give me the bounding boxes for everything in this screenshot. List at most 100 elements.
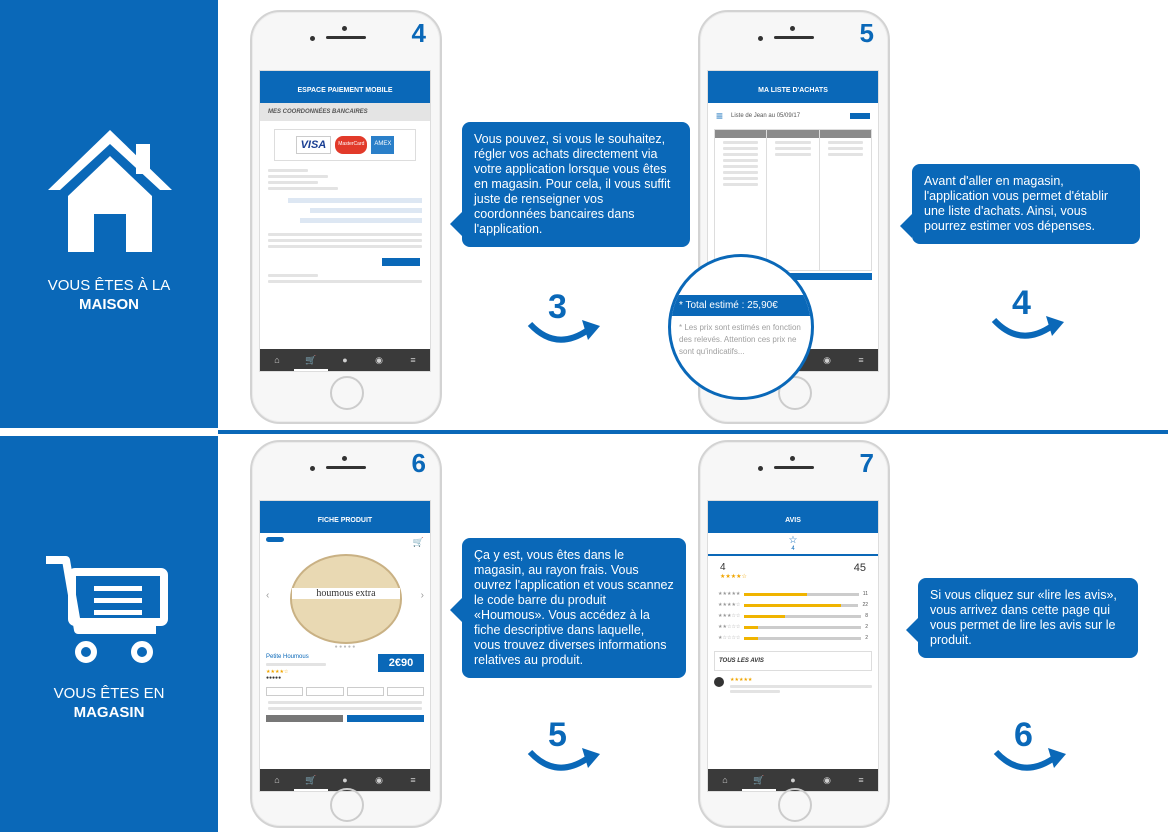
section-divider <box>218 430 1168 434</box>
phone-home-button[interactable] <box>778 788 812 822</box>
rating-bar-count: 2 <box>865 624 868 630</box>
tab-bar: ⌂ 🛒 ● ◉ ≡ <box>260 349 430 371</box>
rating-bar-track <box>744 603 859 607</box>
location-icon[interactable]: ◉ <box>362 769 396 791</box>
product-price: 2€90 <box>388 657 414 669</box>
rating-bar-stars: ★★★★☆ <box>718 602 741 608</box>
cart-icon[interactable]: 🛒 <box>294 349 328 371</box>
rating-bar-stars: ★★★☆☆ <box>718 613 741 619</box>
reviews-count: 45 <box>853 562 866 574</box>
phone-number-6: 6 <box>411 448 426 478</box>
payment-title: ESPACE PAIEMENT MOBILE <box>260 81 430 103</box>
edit-list-button[interactable] <box>850 113 870 119</box>
rating-bar-track <box>744 592 859 596</box>
add-list-button[interactable] <box>266 715 343 722</box>
house-icon <box>48 130 172 252</box>
cart-add-icon[interactable]: 🛒 <box>413 537 424 548</box>
cart-icon <box>46 556 168 663</box>
home-label-line1: VOUS ÊTES À LA <box>47 277 171 294</box>
read-reviews-button[interactable] <box>347 715 424 722</box>
rating-bar-count: 22 <box>862 602 868 608</box>
home-icon[interactable]: ⌂ <box>260 769 294 791</box>
rating-bar-row: ★★★★★ 11 <box>718 591 868 597</box>
product-name: Petite Houmous <box>266 654 309 660</box>
validate-button[interactable] <box>382 258 420 266</box>
rating-bar-stars: ★★★★★ <box>718 591 741 597</box>
average-rating: 4 <box>720 562 726 573</box>
shopping-list-title: MA LISTE D'ACHATS <box>708 81 878 103</box>
reviewer-avatar-icon <box>714 677 724 687</box>
product-label: houmous extra <box>292 588 400 599</box>
visa-card[interactable]: VISA <box>295 136 332 154</box>
phone-home-button[interactable] <box>330 788 364 822</box>
card-logos: VISA MasterCard AMEX <box>274 129 416 161</box>
menu-icon[interactable]: ≡ <box>396 349 430 371</box>
location-icon[interactable]: ◉ <box>810 349 844 371</box>
price-box[interactable]: 2€90 <box>378 654 424 672</box>
cart-icon[interactable]: 🛒 <box>742 769 776 791</box>
rating-bar-track <box>744 614 862 618</box>
phone-home-button[interactable] <box>330 376 364 410</box>
total-magnifier: * Total estimé : 25,90€ * Les prix sont … <box>668 254 814 400</box>
home-label-line2: MAISON <box>79 296 139 313</box>
location-icon[interactable]: ◉ <box>810 769 844 791</box>
bubble-text-6: Si vous cliquez sur «lire les avis», vou… <box>930 588 1117 647</box>
prev-arrow-icon[interactable]: ‹ <box>266 590 269 601</box>
store-label-line2: MAGASIN <box>73 704 145 721</box>
menu-icon[interactable]: ≡ <box>716 109 723 123</box>
rating-bar-count: 8 <box>865 613 868 619</box>
rating-small: 4 <box>791 546 795 552</box>
curved-arrow-icon <box>527 748 600 771</box>
payment-screen: ESPACE PAIEMENT MOBILE MES COORDONNÉES B… <box>259 70 431 372</box>
estimate-note: * Les prix sont estimés en fonction des … <box>679 323 801 356</box>
star-outline-icon: ☆ <box>788 535 798 546</box>
rating-bar-count: 11 <box>862 591 868 597</box>
product-title: FICHE PRODUIT <box>260 511 430 533</box>
step-4: 4 <box>991 284 1064 340</box>
bubble-step-5: Ça y est, vous êtes dans le magasin, au … <box>450 538 686 678</box>
home-icon[interactable]: ⌂ <box>708 769 742 791</box>
rating-bar-fill <box>744 636 759 640</box>
store-label-line1: VOUS ÊTES EN <box>53 685 165 702</box>
bubble-text-3: Vous pouvez, si vous le souhaitez, régle… <box>474 132 671 236</box>
menu-icon[interactable]: ≡ <box>844 349 878 371</box>
back-badge[interactable] <box>266 537 284 542</box>
rating-bar-fill <box>744 592 808 596</box>
home-icon[interactable]: ⌂ <box>260 349 294 371</box>
mastercard-card[interactable]: MasterCard <box>335 136 368 154</box>
home-label: VOUS ÊTES À LA MAISON <box>0 276 218 314</box>
store-label: VOUS ÊTES EN MAGASIN <box>0 684 218 722</box>
product-screen: FICHE PRODUIT 🛒 ‹ houmous extra › ● ● ● … <box>259 500 431 792</box>
curved-arrow-icon <box>993 748 1066 771</box>
phone-number-5: 5 <box>859 18 874 48</box>
rating-bar-row: ★★★☆☆ 8 <box>718 613 868 619</box>
rating-bar-stars: ★★☆☆☆ <box>718 624 741 630</box>
rating-bar-track <box>744 625 862 629</box>
bubble-step-4: Avant d'aller en magasin, l'application … <box>900 164 1140 244</box>
step-3: 3 <box>527 288 600 344</box>
cart-icon[interactable]: 🛒 <box>294 769 328 791</box>
menu-icon[interactable]: ≡ <box>396 769 430 791</box>
curved-arrow-icon <box>991 316 1064 339</box>
bubble-text-5: Ça y est, vous êtes dans le magasin, au … <box>474 548 674 667</box>
step-6: 6 <box>993 716 1066 772</box>
rating-bar-fill <box>744 603 842 607</box>
location-icon[interactable]: ◉ <box>362 349 396 371</box>
phone-number-7: 7 <box>859 448 874 478</box>
rating-bar-row: ★☆☆☆☆ 2 <box>718 635 868 641</box>
rating-bar-row: ★★☆☆☆ 2 <box>718 624 868 630</box>
rating-bar-track <box>744 636 862 640</box>
menu-icon[interactable]: ≡ <box>844 769 878 791</box>
phone-number-4: 4 <box>411 18 426 48</box>
list-name: Liste de Jean au 05/09/17 <box>731 113 801 119</box>
reviews-screen: AVIS ☆ 4 4 ★★★★☆ 45 ★★★★★ 11 ★★★★☆ 22 ★★★☆☆ 8… <box>707 500 879 792</box>
next-arrow-icon[interactable]: › <box>421 590 424 601</box>
user-icon[interactable]: ● <box>328 349 362 371</box>
phone-payment: 4 ESPACE PAIEMENT MOBILE MES COORDONNÉES… <box>250 10 442 424</box>
bubble-step-6: Si vous cliquez sur «lire les avis», vou… <box>906 578 1138 658</box>
amex-card[interactable]: AMEX <box>371 136 395 154</box>
all-reviews-heading: TOUS LES AVIS <box>714 651 872 671</box>
rating-bar-fill <box>744 614 786 618</box>
estimated-total: * Total estimé : 25,90€ <box>671 295 811 316</box>
phone-product: 6 FICHE PRODUIT 🛒 ‹ houmous extra › ● ● … <box>250 440 442 828</box>
